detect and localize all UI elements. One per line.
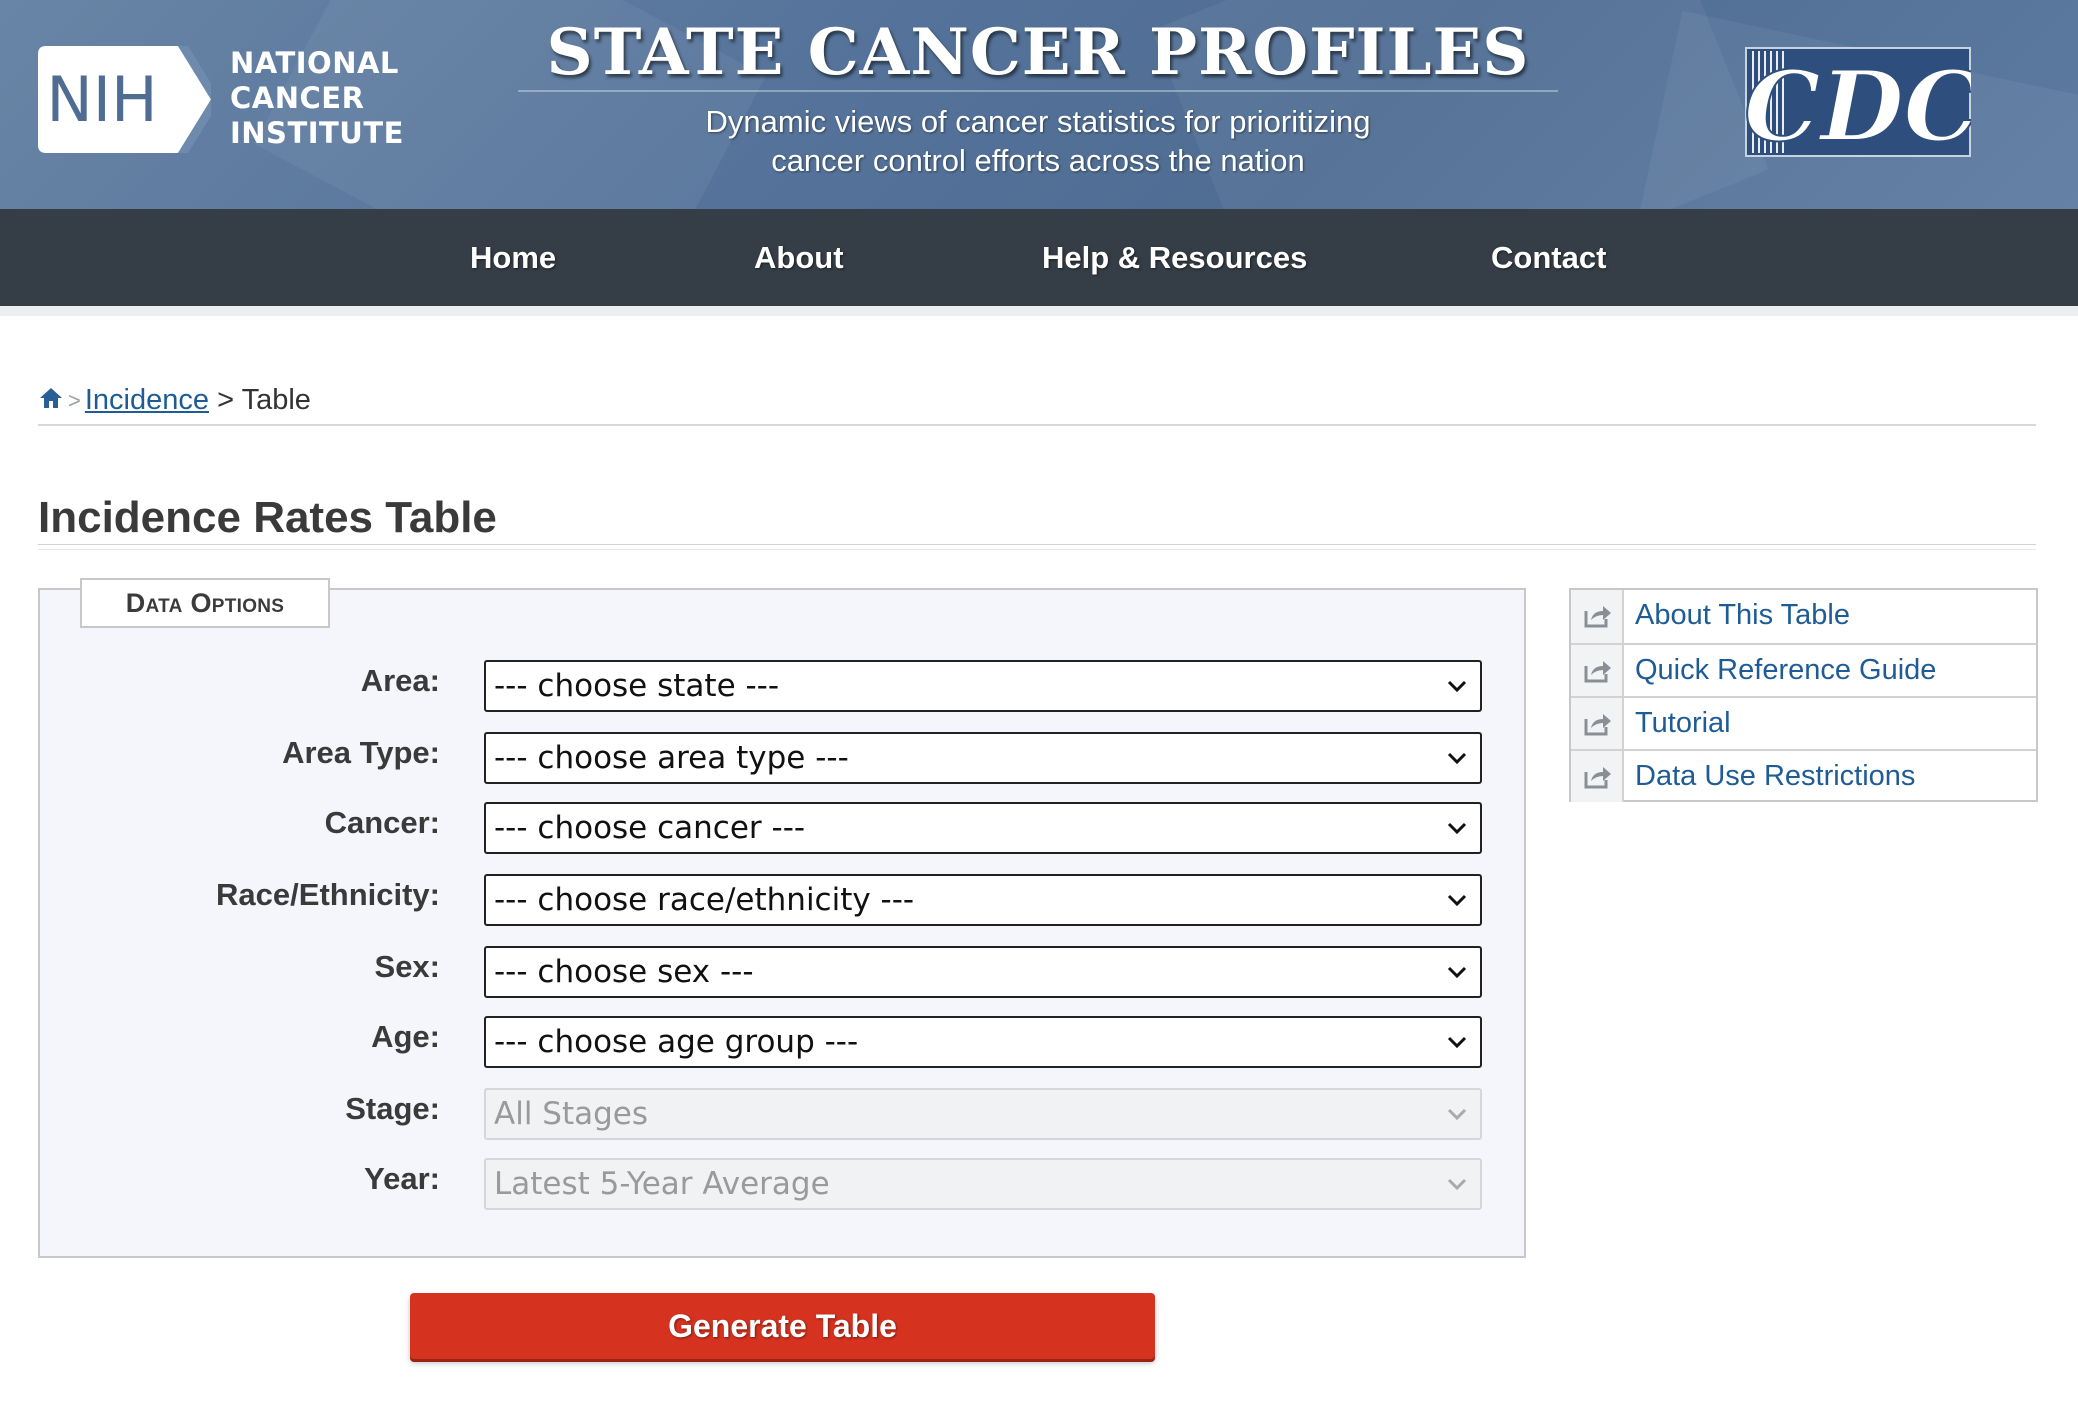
nav-underline: [0, 306, 2078, 316]
data-options-legend: Data Options: [80, 578, 330, 628]
side-link-label[interactable]: Tutorial: [1635, 698, 1731, 749]
home-icon[interactable]: [38, 385, 64, 411]
side-link-quick-reference-guide[interactable]: Quick Reference Guide: [1571, 643, 2036, 696]
nav-about[interactable]: About: [754, 209, 844, 306]
chevron-down-icon: [1447, 1036, 1467, 1049]
race-ethnicity-select[interactable]: --- choose race/ethnicity ---: [484, 874, 1482, 926]
chevron-down-icon: [1447, 894, 1467, 907]
breadcrumb-divider: [38, 424, 2036, 426]
nci-line: INSTITUTE: [230, 116, 404, 150]
chevron-down-icon: [1447, 1108, 1467, 1121]
age-select[interactable]: --- choose age group ---: [484, 1016, 1482, 1068]
year-label: Year:: [364, 1161, 440, 1196]
external-link-icon: [1584, 767, 1611, 789]
chevron-down-icon: [1447, 752, 1467, 765]
stage-label: Stage:: [345, 1091, 440, 1126]
side-links-panel: About This Table Quick Reference Guide T…: [1569, 588, 2038, 802]
area-select-value: --- choose state ---: [494, 668, 780, 704]
main-nav: Home About Help & Resources Contact: [0, 209, 2078, 306]
side-link-data-use-restrictions[interactable]: Data Use Restrictions: [1571, 749, 2036, 802]
cdc-logo-text: CDC: [1745, 50, 1971, 157]
external-link-icon: [1584, 606, 1611, 628]
breadcrumb-incidence-link[interactable]: Incidence: [85, 384, 209, 416]
chevron-down-icon: [1447, 680, 1467, 693]
nav-contact[interactable]: Contact: [1491, 209, 1606, 306]
chevron-down-icon: [1447, 1178, 1467, 1191]
race-ethnicity-label: Race/Ethnicity:: [216, 877, 440, 912]
nih-logo-text: NIH: [46, 63, 157, 136]
stage-select-value: All Stages: [494, 1096, 649, 1132]
nci-wordmark[interactable]: NATIONAL CANCER INSTITUTE: [230, 46, 404, 151]
stage-select: All Stages: [484, 1088, 1482, 1140]
side-link-label[interactable]: Data Use Restrictions: [1635, 751, 1915, 802]
year-select-value: Latest 5-Year Average: [494, 1166, 830, 1202]
age-label: Age:: [371, 1019, 440, 1054]
icon-cell: [1571, 698, 1624, 749]
icon-cell: [1571, 590, 1624, 643]
site-title[interactable]: STATE CANCER PROFILES: [518, 10, 1558, 96]
sex-select[interactable]: --- choose sex ---: [484, 946, 1482, 998]
chevron-down-icon: [1447, 966, 1467, 979]
cancer-select[interactable]: --- choose cancer ---: [484, 802, 1482, 854]
area-select[interactable]: --- choose state ---: [484, 660, 1482, 712]
page-title: Incidence Rates Table: [38, 493, 497, 542]
subtitle-line: cancer control efforts across the nation: [771, 143, 1305, 178]
cancer-label: Cancer:: [324, 805, 440, 840]
side-link-label[interactable]: Quick Reference Guide: [1635, 645, 1936, 696]
site-header: NIH NATIONAL CANCER INSTITUTE STATE CANC…: [0, 0, 2078, 209]
breadcrumb-separator-icon: >: [68, 388, 81, 414]
icon-cell: [1571, 645, 1624, 696]
area-type-select-value: --- choose area type ---: [494, 740, 849, 776]
page-title-divider: [38, 544, 2036, 550]
year-select: Latest 5-Year Average: [484, 1158, 1482, 1210]
generate-table-button[interactable]: Generate Table: [410, 1293, 1155, 1359]
side-link-tutorial[interactable]: Tutorial: [1571, 696, 2036, 749]
cdc-logo[interactable]: CDC: [1745, 47, 1971, 157]
title-divider: [518, 90, 1558, 92]
area-label: Area:: [360, 663, 440, 698]
side-link-about-this-table[interactable]: About This Table: [1571, 590, 2036, 643]
nav-home[interactable]: Home: [470, 209, 556, 306]
race-ethnicity-select-value: --- choose race/ethnicity ---: [494, 882, 915, 918]
breadcrumb: > Incidence > Table: [38, 380, 311, 420]
external-link-icon: [1584, 714, 1611, 736]
nci-line: NATIONAL: [230, 46, 399, 80]
sex-select-value: --- choose sex ---: [494, 954, 754, 990]
subtitle-line: Dynamic views of cancer statistics for p…: [705, 104, 1371, 139]
site-subtitle: Dynamic views of cancer statistics for p…: [518, 102, 1558, 180]
external-link-icon: [1584, 661, 1611, 683]
breadcrumb-current: Table: [241, 384, 311, 416]
breadcrumb-separator: >: [217, 384, 235, 416]
cancer-select-value: --- choose cancer ---: [494, 810, 806, 846]
icon-cell: [1571, 751, 1624, 802]
side-link-label[interactable]: About This Table: [1635, 590, 1850, 641]
area-type-label: Area Type:: [282, 735, 440, 770]
nih-logo[interactable]: NIH: [38, 46, 211, 153]
age-select-value: --- choose age group ---: [494, 1024, 859, 1060]
nci-line: CANCER: [230, 81, 365, 115]
area-type-select[interactable]: --- choose area type ---: [484, 732, 1482, 784]
nav-help-resources[interactable]: Help & Resources: [1042, 209, 1307, 306]
sex-label: Sex:: [374, 949, 440, 984]
chevron-down-icon: [1447, 822, 1467, 835]
